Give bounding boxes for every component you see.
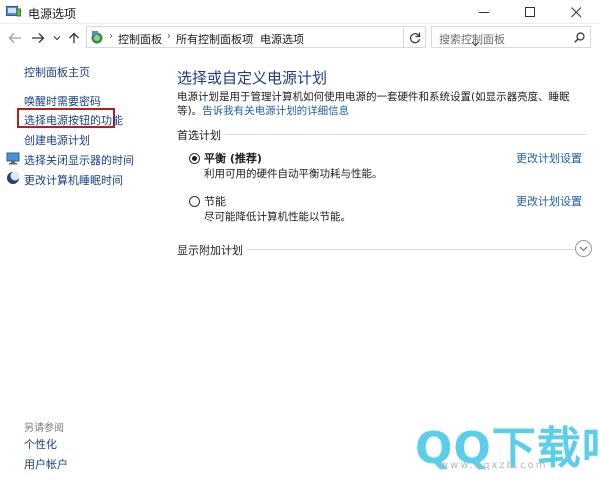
watermark-url: www.qqxzb.com — [440, 460, 548, 471]
plan-power-saver-name[interactable]: 节能 — [204, 193, 226, 209]
close-icon — [571, 7, 582, 18]
power-options-app-icon — [6, 5, 21, 18]
breadcrumb-separator: › — [250, 31, 254, 42]
plan-power-saver-radio[interactable] — [189, 196, 200, 207]
maximize-button[interactable] — [508, 0, 554, 24]
minimize-button[interactable] — [462, 0, 508, 24]
breadcrumb-separator: › — [167, 31, 171, 42]
title-bar: 电源选项 — [0, 0, 600, 24]
refresh-button[interactable] — [404, 26, 426, 48]
back-arrow-icon — [8, 33, 21, 43]
sidebar-item-create-plan[interactable]: 创建电源计划 — [24, 132, 90, 148]
up-button[interactable] — [66, 28, 84, 48]
address-bar[interactable]: › 控制面板 › 所有控制面板项 › 电源选项 — [86, 26, 480, 48]
search-input[interactable]: 搜索控制面板 — [439, 31, 505, 47]
see-also-user-accounts[interactable]: 用户帐户 — [24, 456, 68, 472]
plan-power-saver-change-settings-link[interactable]: 更改计划设置 — [516, 193, 582, 209]
see-also-personalization[interactable]: 个性化 — [24, 436, 57, 452]
plan-balanced-description: 利用可用的硬件自动平衡功耗与性能。 — [204, 168, 383, 180]
page-description: 电源计划是用于管理计算机如何使用电源的一套硬件和系统设置(如显示器亮度、睡眠等)… — [177, 90, 593, 118]
plan-power-saver-description: 尽可能降低计算机性能以节能。 — [204, 211, 351, 223]
preferred-plans-label: 首选计划 — [177, 127, 225, 143]
recent-locations-button[interactable] — [51, 28, 63, 48]
breadcrumb-control-panel[interactable]: 控制面板 — [118, 31, 162, 47]
sleep-moon-icon — [6, 171, 20, 185]
show-additional-plans-label[interactable]: 显示附加计划 — [177, 242, 247, 258]
plan-balanced-radio[interactable] — [189, 153, 200, 164]
maximize-icon — [525, 7, 535, 17]
refresh-icon — [409, 32, 421, 44]
forward-button[interactable] — [29, 28, 47, 48]
navigation-bar: › 控制面板 › 所有控制面板项 › 电源选项 搜索控制面板 — [0, 24, 600, 52]
sidebar-item-require-password[interactable]: 唤醒时需要密码 — [24, 93, 101, 109]
see-also-heading: 另请参阅 — [24, 423, 64, 434]
forward-arrow-icon — [32, 33, 45, 43]
close-button[interactable] — [554, 0, 600, 24]
sidebar-item-display-off[interactable]: 选择关闭显示器的时间 — [24, 152, 134, 168]
chevron-down-icon — [579, 246, 588, 252]
up-arrow-icon — [69, 32, 79, 43]
search-icon — [574, 32, 585, 43]
breadcrumb-power-options[interactable]: 电源选项 — [260, 31, 304, 47]
plan-balanced-name[interactable]: 平衡 (推荐) — [204, 150, 262, 166]
back-button[interactable] — [6, 28, 24, 48]
chevron-down-icon — [53, 36, 61, 41]
control-panel-icon — [89, 29, 105, 45]
minimize-icon — [479, 12, 489, 13]
page-title: 选择或自定义电源计划 — [177, 69, 328, 87]
display-icon — [6, 151, 20, 165]
breadcrumb-separator: › — [109, 31, 113, 42]
control-panel-home-link[interactable]: 控制面板主页 — [24, 64, 90, 80]
sidebar-item-power-button[interactable]: 选择电源按钮的功能 — [24, 112, 123, 128]
window-title: 电源选项 — [28, 7, 77, 21]
sidebar-item-sleep-time[interactable]: 更改计算机睡眠时间 — [24, 172, 123, 188]
learn-more-link[interactable]: 告诉我有关电源计划的详细信息 — [202, 105, 349, 117]
plan-balanced-change-settings-link[interactable]: 更改计划设置 — [516, 150, 582, 166]
section-divider — [177, 134, 587, 135]
search-box[interactable]: 搜索控制面板 — [431, 26, 591, 48]
expand-additional-plans-button[interactable] — [575, 240, 592, 257]
breadcrumb-all-items[interactable]: 所有控制面板项 — [176, 31, 253, 47]
